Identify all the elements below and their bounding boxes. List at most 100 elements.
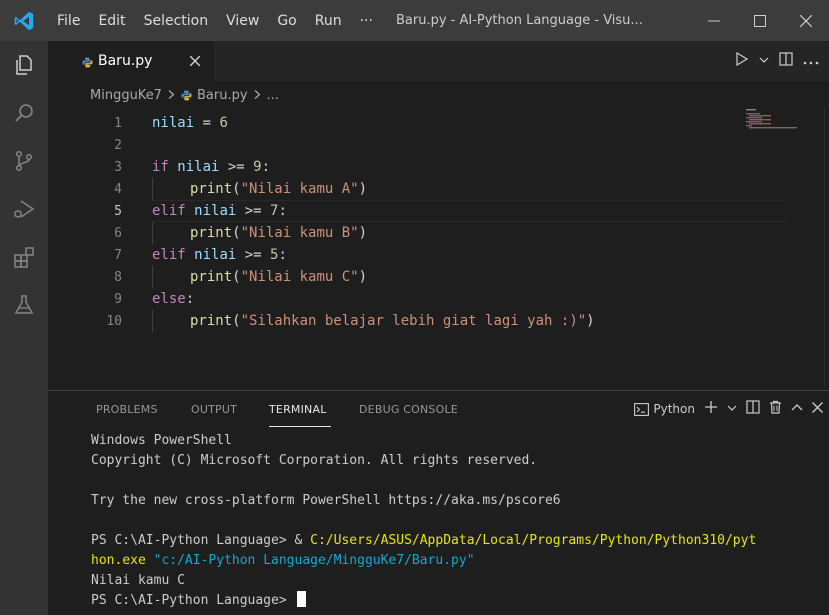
run-debug-button[interactable]	[0, 185, 48, 233]
tab-close-button[interactable]	[189, 52, 201, 70]
play-icon	[736, 51, 749, 67]
maximize-button[interactable]	[737, 0, 783, 41]
maximize-panel-button[interactable]	[791, 401, 803, 417]
token-paren: (	[232, 225, 241, 241]
code-line[interactable]: 6 print("Nilai kamu B")	[48, 222, 793, 244]
token-operator: =	[194, 115, 220, 131]
menu-view[interactable]: View	[217, 13, 268, 29]
token-string: "Nilai kamu B"	[240, 225, 359, 241]
token-function: print	[190, 181, 233, 197]
split-terminal-button[interactable]	[746, 400, 760, 418]
token-number: 6	[219, 115, 228, 131]
token-keyword: if	[152, 159, 169, 175]
code-line[interactable]: 8 print("Nilai kamu C")	[48, 266, 793, 288]
run-options-button[interactable]	[759, 53, 769, 69]
token-function: print	[190, 225, 233, 241]
close-panel-button[interactable]	[812, 401, 823, 417]
terminal-program-output: Nilai kamu C	[91, 573, 185, 588]
code-line[interactable]: 3 if nilai >= 9:	[48, 156, 793, 178]
line-number: 9	[114, 291, 122, 307]
testing-button[interactable]	[0, 281, 48, 329]
breadcrumb-file[interactable]: Baru.py	[197, 88, 248, 103]
split-editor-button[interactable]	[779, 52, 793, 70]
token-keyword: else	[152, 291, 186, 307]
chevron-down-icon	[727, 405, 737, 411]
line-number: 3	[114, 159, 122, 175]
minimap[interactable]	[746, 108, 826, 148]
line-number: 7	[114, 247, 122, 263]
token-keyword: elif	[152, 247, 186, 263]
menu-edit[interactable]: Edit	[89, 13, 134, 29]
menu-more[interactable]: ···	[351, 13, 382, 29]
close-window-button[interactable]	[783, 0, 829, 41]
token-colon: :	[261, 159, 271, 175]
tab-terminal[interactable]: TERMINAL	[269, 403, 327, 416]
extensions-button[interactable]	[0, 233, 48, 281]
split-terminal-icon	[746, 400, 760, 414]
minimize-button[interactable]	[691, 0, 737, 41]
explorer-button[interactable]	[0, 41, 48, 89]
code-line[interactable]: 9 else:	[48, 288, 793, 310]
terminal-selector[interactable]: Python	[634, 402, 695, 416]
token-paren: (	[232, 313, 241, 329]
kill-terminal-button[interactable]	[769, 400, 782, 418]
source-control-icon	[15, 150, 33, 172]
bottom-panel: PROBLEMS OUTPUT TERMINAL DEBUG CONSOLE P…	[48, 390, 829, 615]
code-line[interactable]: 2	[48, 134, 793, 156]
ellipsis-icon	[803, 61, 819, 65]
menu-selection[interactable]: Selection	[135, 13, 218, 29]
window-title: Baru.py - AI-Python Language - Visu...	[395, 13, 643, 28]
terminal-output[interactable]: Windows PowerShell Copyright (C) Microso…	[91, 431, 829, 611]
active-tab-indicator	[269, 426, 331, 427]
terminal-line: Try the new cross-platform PowerShell ht…	[91, 493, 561, 508]
editor-scrollbar[interactable]	[824, 108, 825, 386]
search-icon	[15, 104, 33, 122]
code-line[interactable]: 4 print("Nilai kamu A")	[48, 178, 793, 200]
flask-icon	[14, 295, 34, 314]
menu-run[interactable]: Run	[306, 13, 351, 29]
token-colon: :	[278, 203, 287, 219]
line-number: 4	[114, 181, 122, 197]
editor-tab-bar: Baru.py	[48, 41, 829, 81]
tab-output[interactable]: OUTPUT	[191, 403, 237, 416]
token-string: "Silahkan belajar lebih giat lagi yah :)…	[240, 313, 587, 329]
terminal-argument: "c:/AI-Python Language/MingguKe7/Baru.py…	[145, 553, 475, 568]
token-string: "Nilai kamu A"	[240, 181, 359, 197]
tab-baru-py[interactable]: Baru.py	[48, 41, 214, 81]
terminal-dropdown-button[interactable]	[727, 401, 737, 417]
close-icon	[800, 14, 812, 27]
new-terminal-button[interactable]	[704, 400, 718, 418]
code-line-active[interactable]: 5 elif nilai >= 7:	[48, 200, 793, 222]
breadcrumb-folder[interactable]: MingguKe7	[90, 88, 162, 103]
menu-bar: File Edit Selection View Go Run ···	[48, 13, 382, 29]
line-number: 8	[114, 269, 122, 285]
terminal-active-prompt: PS C:\AI-Python Language>	[91, 591, 829, 611]
code-line[interactable]: 1 nilai = 6	[48, 112, 793, 134]
token-paren: (	[232, 269, 241, 285]
line-number: 6	[114, 225, 122, 241]
token-operator: >=	[236, 247, 271, 263]
more-actions-button[interactable]	[803, 53, 819, 69]
terminal-line: Windows PowerShell	[91, 433, 232, 448]
code-line[interactable]: 7 elif nilai >= 5:	[48, 244, 793, 266]
code-line[interactable]: 10 print("Silahkan belajar lebih giat la…	[48, 310, 793, 332]
tab-problems[interactable]: PROBLEMS	[96, 403, 158, 416]
token-number: 9	[253, 159, 262, 175]
token-paren: )	[358, 269, 368, 285]
token-keyword: elif	[152, 203, 186, 219]
search-button[interactable]	[0, 89, 48, 137]
source-control-button[interactable]	[0, 137, 48, 185]
tab-debug-console[interactable]: DEBUG CONSOLE	[359, 403, 458, 416]
menu-file[interactable]: File	[48, 13, 89, 29]
maximize-icon	[754, 14, 766, 27]
terminal-icon	[634, 402, 650, 416]
activity-bar	[0, 41, 48, 615]
breadcrumb-more[interactable]: ...	[267, 88, 279, 103]
menu-go[interactable]: Go	[268, 13, 305, 29]
code-editor[interactable]: 1 nilai = 6 2 3 if nilai >= 9: 4 print("…	[48, 108, 829, 386]
run-file-button[interactable]	[735, 51, 749, 70]
files-icon	[16, 55, 32, 75]
extensions-icon	[14, 247, 34, 268]
